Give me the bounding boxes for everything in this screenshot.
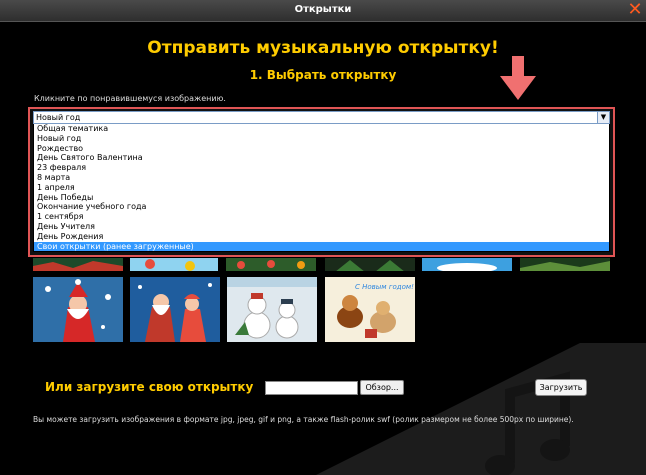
category-option[interactable]: День Святого Валентина — [34, 153, 609, 163]
ded-moroz-snegurochka-postcard-icon — [130, 277, 220, 342]
svg-text:С Новым годом!: С Новым годом! — [355, 283, 414, 291]
card-thumb-snowmen[interactable] — [227, 277, 317, 342]
chevron-down-icon[interactable]: ▼ — [597, 112, 609, 123]
snowmen-postcard-icon — [227, 277, 317, 342]
category-dropdown-frame: Новый год ▼ Общая тематика Новый год Рож… — [28, 107, 615, 257]
card-thumb-partial-5[interactable] — [422, 257, 512, 271]
card-thumb-partial-6[interactable] — [520, 257, 610, 271]
card-thumb-partial-4[interactable] — [325, 257, 415, 271]
category-options-list: Общая тематика Новый год Рождество День … — [33, 124, 610, 253]
category-select[interactable]: Новый год ▼ — [33, 111, 610, 124]
category-option[interactable]: 8 марта — [34, 173, 609, 183]
category-option[interactable]: 1 апреля — [34, 183, 609, 193]
category-select-value: Новый год — [36, 113, 81, 122]
category-option[interactable]: День Победы — [34, 193, 609, 203]
new-year-puppies-postcard-icon: С Новым годом! — [325, 277, 415, 342]
category-option[interactable]: 1 сентября — [34, 212, 609, 222]
step-title: 1. Выбрать открытку — [249, 68, 397, 82]
close-icon[interactable]: ✕ — [626, 1, 644, 19]
music-note-icon — [485, 371, 570, 475]
arrow-down-icon — [500, 56, 536, 100]
card-thumb-partial-3[interactable] — [226, 257, 316, 271]
category-option[interactable]: 23 февраля — [34, 163, 609, 173]
card-thumb-partial-2[interactable] — [130, 257, 218, 271]
santa-postcard-icon — [33, 277, 123, 342]
category-option[interactable]: Окончание учебного года — [34, 202, 609, 212]
postcard-panel: Отправить музыкальную открытку! 1. Выбра… — [0, 23, 646, 475]
category-option[interactable]: День Учителя — [34, 222, 609, 232]
card-thumb-ded-moroz[interactable] — [130, 277, 220, 342]
window-title: Открытки — [294, 4, 352, 15]
category-option[interactable]: Новый год — [34, 134, 609, 144]
category-option-selected[interactable]: Свои открытки (ранее загруженные) — [34, 241, 609, 252]
card-thumb-santa[interactable] — [33, 277, 123, 342]
card-thumb-partial-1[interactable] — [33, 257, 123, 271]
category-option[interactable]: Общая тематика — [34, 124, 609, 134]
category-option[interactable]: Рождество — [34, 144, 609, 154]
window-titlebar: Открытки ✕ — [0, 0, 646, 22]
file-path-input[interactable] — [265, 381, 358, 395]
page-title: Отправить музыкальную открытку! — [147, 38, 499, 58]
card-thumb-puppies[interactable]: С Новым годом! — [325, 277, 415, 342]
instruction-text: Кликните по понравившемуся изображению. — [34, 94, 226, 103]
category-option[interactable]: День Рождения — [34, 232, 609, 242]
